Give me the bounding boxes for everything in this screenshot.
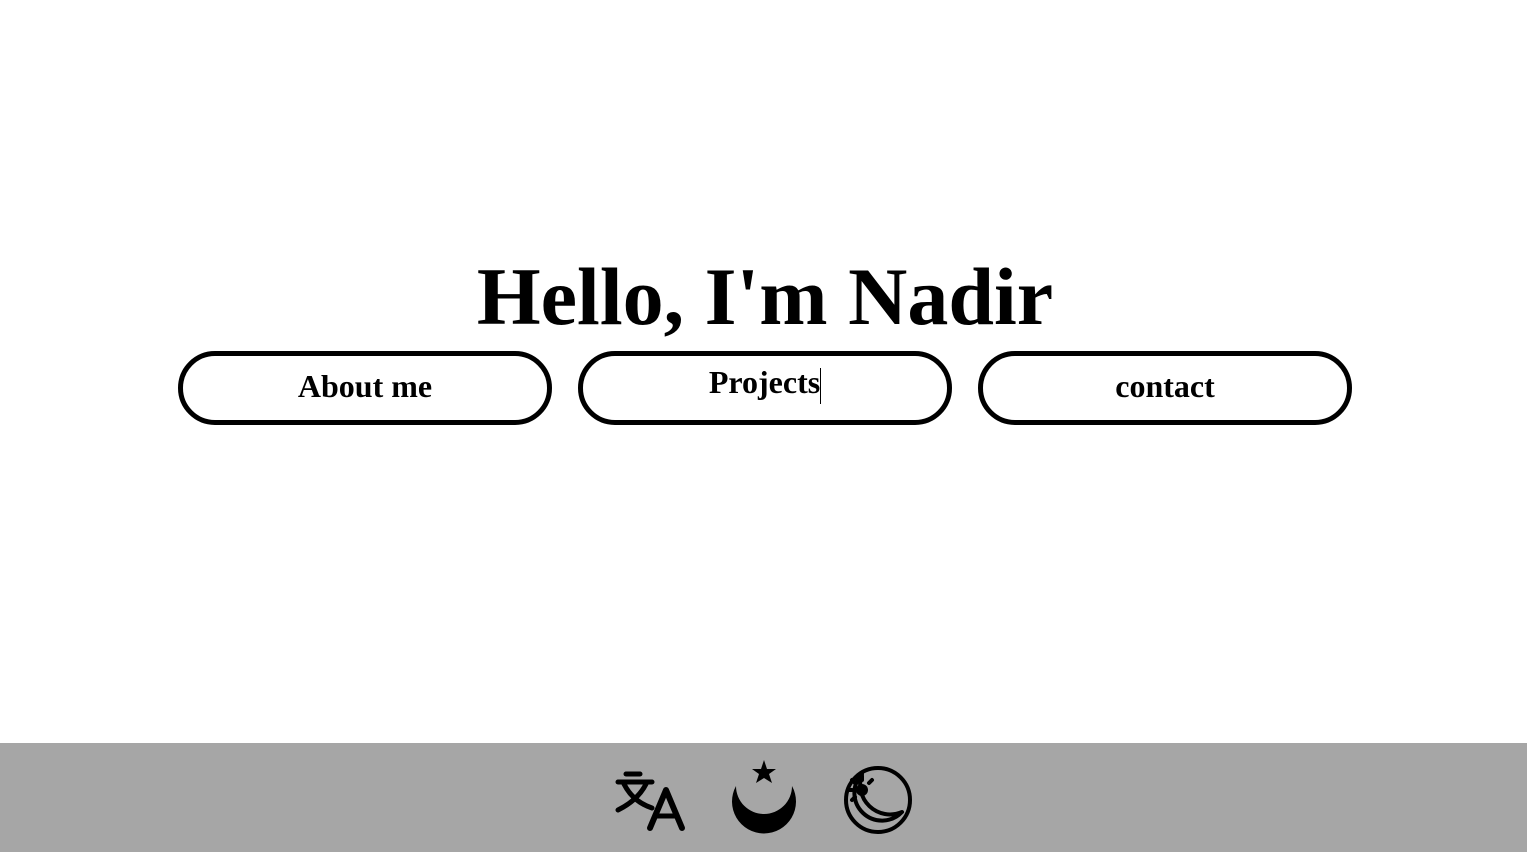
dark-mode-moon-star-icon[interactable] (726, 760, 802, 836)
page-title: Hello, I'm Nadir (476, 251, 1054, 342)
moon-star-icon-graphic (732, 760, 796, 834)
about-me-button[interactable]: About me (178, 351, 552, 425)
translate-icon-graphic (615, 771, 685, 831)
sun-moon-icon-graphic (844, 766, 912, 834)
about-me-label: About me (297, 367, 433, 404)
translate-icon[interactable] (612, 760, 688, 836)
page: Hello, I'm Nadir About me Projects conta… (0, 0, 1527, 852)
contact-label: contact (1115, 367, 1215, 404)
projects-label-wrap: Projects (708, 364, 822, 406)
projects-label: Projects (708, 364, 821, 401)
main-content: Hello, I'm Nadir About me Projects conta… (0, 0, 1527, 743)
projects-button[interactable]: Projects (578, 351, 952, 425)
footer-bar (0, 743, 1527, 852)
text-cursor (820, 367, 822, 404)
auto-theme-sun-moon-icon[interactable] (840, 760, 916, 836)
contact-button[interactable]: contact (978, 351, 1352, 425)
